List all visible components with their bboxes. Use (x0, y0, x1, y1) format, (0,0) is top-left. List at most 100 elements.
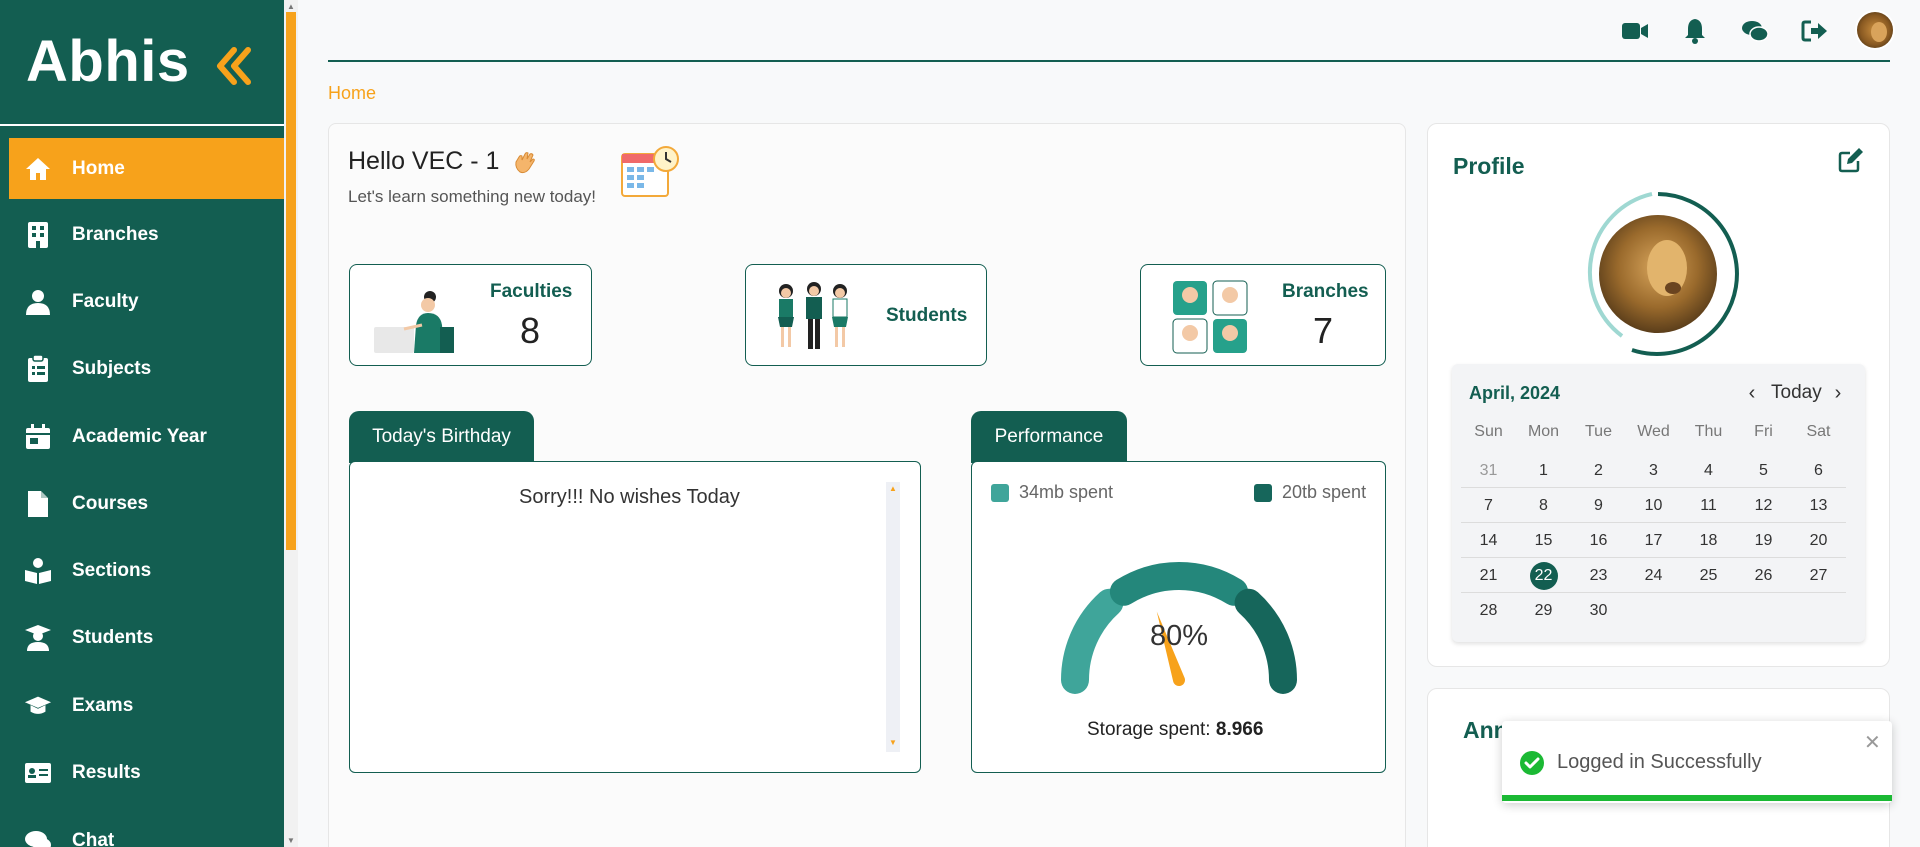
sidebar-item-academic-year[interactable]: Academic Year (0, 406, 284, 467)
calendar-day[interactable]: 1 (1516, 454, 1571, 488)
calendar-day[interactable]: 18 (1681, 524, 1736, 558)
bell-icon[interactable] (1680, 16, 1710, 46)
sidebar-item-label: Sections (72, 559, 152, 581)
chat-icon (24, 827, 52, 847)
calendar-day[interactable]: 24 (1626, 559, 1681, 593)
sidebar-item-home[interactable]: Home (9, 138, 284, 199)
sidebar-item-subjects[interactable]: Subjects (0, 338, 284, 399)
birthday-scrollbar[interactable]: ▲ ▼ (886, 482, 900, 752)
brand-logo: Abhis (0, 0, 284, 124)
building-icon (24, 221, 52, 249)
user-avatar[interactable] (1855, 10, 1895, 50)
calendar-day[interactable]: 29 (1516, 594, 1571, 628)
breadcrumb[interactable]: Home (328, 83, 376, 104)
scroll-down-arrow-icon[interactable]: ▼ (287, 836, 295, 845)
calendar-clock-icon (621, 146, 679, 197)
announcements-title: Ann (1463, 717, 1508, 743)
profile-title: Profile (1453, 153, 1525, 179)
calendar-day[interactable]: 19 (1736, 524, 1791, 558)
branches-illustration-icon (1172, 280, 1248, 354)
calendar-day[interactable]: 17 (1626, 524, 1681, 558)
calendar-day[interactable]: 28 (1461, 594, 1516, 628)
graduate-icon (24, 624, 52, 652)
faculty-illustration-icon (374, 291, 454, 353)
home-icon (24, 155, 52, 183)
calendar-day[interactable]: 3 (1626, 454, 1681, 488)
sidebar-item-label: Students (72, 626, 154, 648)
calendar-weekday: Sat (1806, 423, 1831, 440)
calendar-day[interactable]: 2 (1571, 454, 1626, 488)
sidebar-item-exams[interactable]: Exams (0, 675, 284, 736)
profile-avatar[interactable] (1572, 188, 1744, 360)
calendar-day[interactable]: 23 (1571, 559, 1626, 593)
edit-icon[interactable] (1838, 147, 1864, 173)
calendar-day[interactable]: 5 (1736, 454, 1791, 488)
calendar-day[interactable]: 6 (1791, 454, 1846, 488)
branches-stat-card[interactable]: Branches 7 (1140, 264, 1386, 366)
scroll-down-arrow-icon[interactable]: ▼ (889, 738, 897, 747)
sidebar-item-faculty[interactable]: Faculty (0, 271, 284, 332)
calendar-day[interactable]: 15 (1516, 524, 1571, 558)
sidebar-divider (0, 124, 284, 126)
next-month-chevron-icon[interactable]: › (1830, 382, 1846, 405)
calendar-day[interactable]: 16 (1571, 524, 1626, 558)
calendar-day[interactable]: 21 (1461, 559, 1516, 593)
calendar-day[interactable]: 25 (1681, 559, 1736, 593)
chat-bubbles-icon[interactable] (1740, 16, 1770, 46)
legend-label: 34mb spent (1019, 482, 1114, 502)
calendar-day[interactable]: 12 (1736, 489, 1791, 523)
faculties-label: Faculties (490, 281, 573, 302)
storage-value: 8.966 (1215, 719, 1264, 740)
calendar-day[interactable]: 4 (1681, 454, 1736, 488)
sidebar-item-label: Results (72, 761, 141, 783)
sidebar-item-sections[interactable]: Sections (0, 540, 284, 601)
sidebar-item-chat[interactable]: Chat (0, 810, 284, 847)
id-card-icon (24, 759, 52, 787)
scroll-up-arrow-icon[interactable]: ▲ (889, 484, 897, 493)
calendar-day[interactable]: 22 (1516, 559, 1571, 593)
logo-text: Abhis (26, 29, 190, 94)
video-icon[interactable] (1620, 16, 1650, 46)
calendar-day[interactable]: 26 (1736, 559, 1791, 593)
tab-performance[interactable]: Performance (971, 411, 1127, 463)
selected-day[interactable]: 22 (1529, 562, 1558, 590)
sidebar-item-courses[interactable]: Courses (0, 473, 284, 534)
collapse-sidebar-icon[interactable] (214, 42, 254, 90)
legend-swatch (991, 483, 1009, 502)
calendar-day[interactable]: 31 (1461, 454, 1516, 488)
calendar-day[interactable]: 9 (1571, 489, 1626, 523)
faculties-stat-card[interactable]: Faculties 8 (349, 264, 592, 366)
calendar-day[interactable]: 14 (1461, 524, 1516, 558)
sidebar-item-label: Faculty (72, 290, 139, 312)
calendar-day[interactable]: 8 (1516, 489, 1571, 523)
sidebar-item-branches[interactable]: Branches (0, 204, 284, 265)
logout-icon[interactable] (1800, 16, 1830, 46)
calendar-day[interactable]: 13 (1791, 489, 1846, 523)
sidebar-item-label: Home (72, 157, 125, 179)
sidebar-item-results[interactable]: Results (0, 742, 284, 803)
sidebar-item-label: Chat (72, 829, 115, 847)
calendar-day[interactable]: 10 (1626, 489, 1681, 523)
today-button[interactable]: Today (1771, 382, 1822, 404)
calendar-day[interactable]: 30 (1571, 594, 1626, 628)
students-illustration-icon (778, 282, 848, 349)
close-icon[interactable]: ✕ (1864, 730, 1881, 755)
gauge-arc-segment (1061, 588, 1124, 694)
sidebar-item-students[interactable]: Students (0, 607, 284, 668)
scroll-up-arrow-icon[interactable]: ▲ (287, 2, 295, 11)
calendar-day[interactable]: 11 (1681, 489, 1736, 523)
sidebar-scrollbar-thumb[interactable] (286, 12, 296, 550)
tab-todays-birthday[interactable]: Today's Birthday (349, 411, 534, 463)
calendar-icon (24, 423, 52, 451)
calendar-day[interactable]: 7 (1461, 489, 1516, 523)
clipboard-icon (24, 354, 52, 383)
students-stat-card[interactable]: Students (745, 264, 987, 366)
file-icon (24, 490, 52, 518)
calendar-day[interactable]: 20 (1791, 524, 1846, 558)
calendar-day[interactable]: 27 (1791, 559, 1846, 593)
calendar-weekday: Wed (1637, 423, 1670, 440)
reader-icon (24, 557, 52, 585)
gauge-percent: 80% (1150, 620, 1209, 652)
sidebar: Abhis Home Branches Faculty Subjects Aca… (0, 0, 284, 847)
prev-month-chevron-icon[interactable]: ‹ (1744, 382, 1760, 405)
